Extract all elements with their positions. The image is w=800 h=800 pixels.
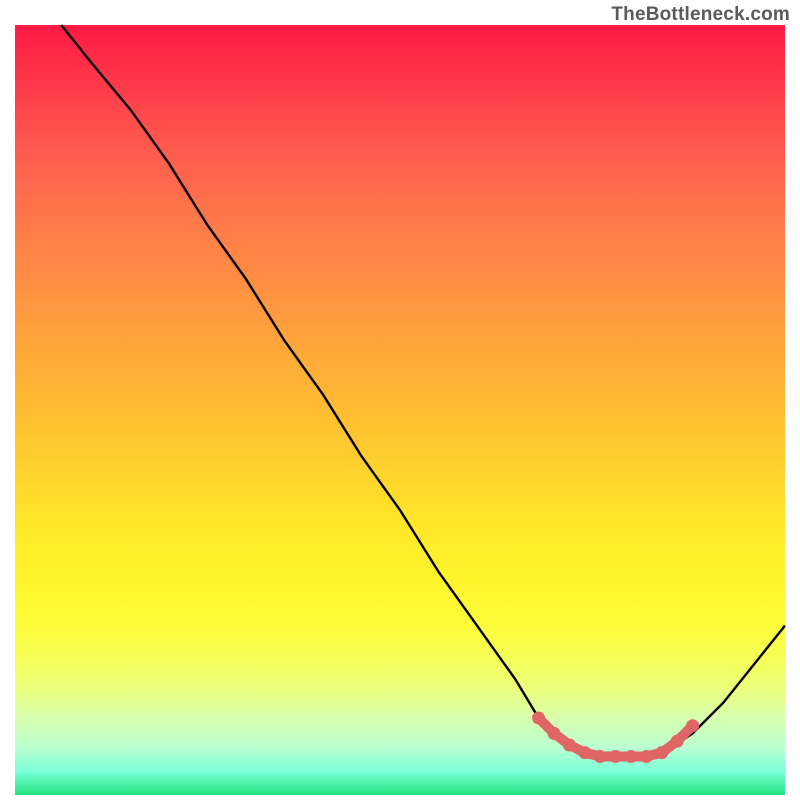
optimal-range-dot (609, 750, 622, 763)
attribution-label: TheBottleneck.com (611, 4, 790, 26)
optimal-range-dot (532, 712, 545, 725)
optimal-range-dot (578, 746, 591, 759)
chart-overlay (15, 25, 785, 795)
optimal-range-dot (655, 746, 668, 759)
optimal-range-dot (640, 750, 653, 763)
optimal-range-dot (625, 750, 638, 763)
optimal-range-dot (671, 735, 684, 748)
optimal-range-dot (594, 750, 607, 763)
optimal-range-dot (548, 727, 561, 740)
optimal-range-dot (563, 739, 576, 752)
optimal-range-dot (686, 719, 699, 732)
bottleneck-curve (61, 25, 785, 757)
optimal-range-markers (532, 712, 699, 764)
